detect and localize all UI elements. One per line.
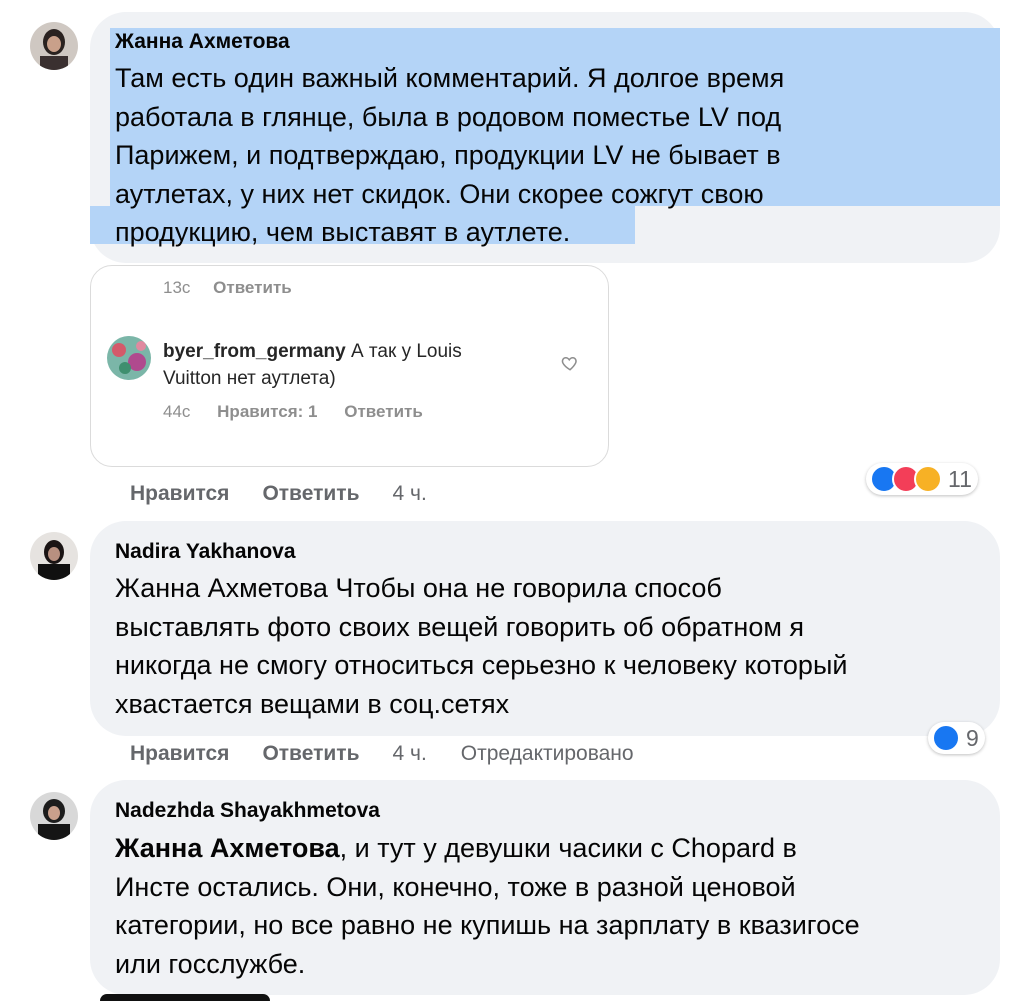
edited-label: Отредактировано — [460, 742, 634, 765]
comment-text-line: Жанна Ахметова Чтобы она не говорила спо… — [115, 573, 722, 603]
reaction-count: 9 — [966, 724, 979, 751]
comment-text-line: или госслужбе. — [115, 948, 306, 979]
ig-avatar[interactable] — [107, 336, 151, 380]
ig-next-comment-cutoff — [113, 460, 493, 466]
comment-text-fragment: , и тут у девушки часики с Chopard в — [339, 833, 797, 863]
ig-likes[interactable]: Нравится: 1 — [217, 402, 317, 421]
ig-username[interactable]: byer_from_germany — [163, 341, 346, 362]
avatar[interactable] — [30, 532, 78, 580]
like-icon — [932, 724, 960, 752]
comment-author[interactable]: Nadezhda Shayakhmetova — [115, 799, 380, 823]
reaction-summary[interactable]: 11 — [866, 463, 978, 495]
comment-text: Жанна Ахметова, и тут у девушки часики с… — [115, 829, 995, 983]
comment-text-line: Инсте остались. Они, конечно, тоже в раз… — [115, 871, 796, 902]
comment-actions: Нравится Ответить 4 ч. Отредактировано — [130, 742, 634, 766]
ig-reply-link[interactable]: Ответить — [344, 402, 423, 421]
comment-text-line: продукцию, чем выставят в аутлете. — [115, 217, 571, 247]
ig-comment-line: А так у Louis — [345, 341, 462, 362]
avatar[interactable] — [30, 792, 78, 840]
comment-text-line: Жанна Ахметова, и тут у девушки часики с… — [115, 829, 995, 868]
reaction-count: 11 — [948, 465, 972, 492]
ig-time: 44с — [163, 402, 191, 421]
reply-button[interactable]: Ответить — [262, 482, 359, 506]
comment-text-line: выставлять фото своих вещей говорить об … — [115, 611, 805, 642]
timestamp[interactable]: 4 ч. — [392, 482, 426, 506]
comment-text: Жанна Ахметова Чтобы она не говорила спо… — [115, 569, 995, 723]
reply-button[interactable]: Ответить — [262, 742, 359, 766]
ig-reply-link[interactable]: Ответить — [213, 278, 292, 297]
ig-comment-text: byer_from_germany А так у Louis Vuitton … — [163, 338, 543, 392]
timestamp[interactable]: 4 ч. — [392, 742, 426, 766]
ig-comment-line: Vuitton нет аутлета) — [163, 368, 336, 389]
avatar[interactable] — [30, 22, 78, 70]
comment-author[interactable]: Жанна Ахметова — [115, 30, 290, 54]
like-button[interactable]: Нравится — [130, 482, 229, 506]
comment-text-line: Парижем, и подтверждаю, продукции LV не … — [115, 140, 781, 170]
comment-actions: Нравится Ответить 4 ч. — [130, 482, 460, 506]
comment-text-line: аутлетах, у них нет скидок. Они скорее с… — [115, 178, 764, 209]
reaction-summary[interactable]: 9 — [928, 722, 985, 754]
comment-text-line: работала в глянце, была в родовом помест… — [115, 101, 782, 132]
ig-meta-top: 13с Ответить — [163, 278, 292, 298]
comment-text-line: хвастается вещами в соц.сетях — [115, 688, 510, 719]
comment-text: Там есть один важный комментарий. Я долг… — [115, 59, 995, 252]
mention-link[interactable]: Жанна Ахметова — [115, 833, 340, 863]
ig-time: 13с — [163, 278, 191, 297]
comment-text-line: Там есть один важный комментарий. Я долг… — [115, 63, 785, 93]
like-button[interactable]: Нравится — [130, 742, 229, 766]
comment-text-line: категории, но все равно не купишь на зар… — [115, 910, 860, 940]
comment-text-line: никогда не смогу относиться серьезно к ч… — [115, 650, 848, 680]
embedded-instagram-comments[interactable]: 13с Ответить byer_from_germany А так у L… — [90, 265, 609, 467]
ig-meta-bottom: 44с Нравится: 1 Ответить — [163, 402, 423, 422]
heart-icon[interactable] — [561, 354, 579, 372]
comment-author[interactable]: Nadira Yakhanova — [115, 540, 296, 564]
next-comment-avatar-cutoff — [100, 994, 270, 1001]
wow-icon — [914, 465, 942, 493]
